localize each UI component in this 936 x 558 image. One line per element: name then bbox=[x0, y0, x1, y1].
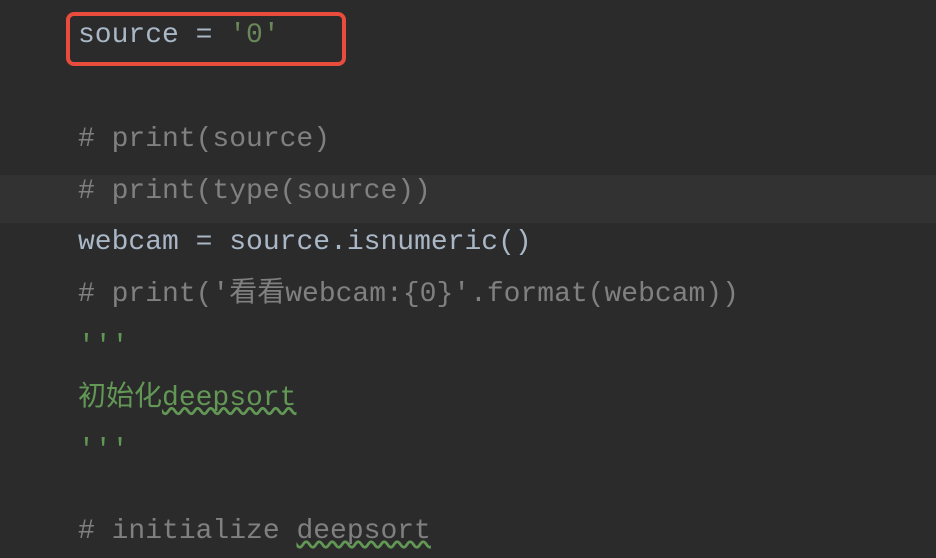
docstring-text-underlined: deepsort bbox=[162, 383, 296, 414]
operator-equals: = bbox=[196, 227, 230, 258]
string-literal: '0' bbox=[229, 20, 279, 51]
blank-line bbox=[78, 62, 936, 114]
code-line-1[interactable]: source = '0' bbox=[78, 10, 936, 62]
code-line-9[interactable]: # initialize deepsort bbox=[78, 506, 936, 558]
blank-line bbox=[78, 476, 936, 506]
docstring-marker: ''' bbox=[78, 435, 128, 466]
docstring-text: 初始化 bbox=[78, 383, 162, 414]
operator-equals: = bbox=[196, 20, 230, 51]
docstring-marker: ''' bbox=[78, 331, 128, 362]
comment-text: # print(source) bbox=[78, 124, 330, 155]
comment-text: # print(type(source)) bbox=[78, 176, 431, 207]
code-line-3[interactable]: # print(type(source)) bbox=[78, 166, 936, 218]
code-line-6[interactable]: ''' bbox=[78, 321, 936, 373]
comment-text: # initialize bbox=[78, 516, 296, 547]
comment-text-underlined: deepsort bbox=[296, 516, 430, 547]
comment-text: # print('看看webcam:{0}'.format(webcam)) bbox=[78, 279, 739, 310]
variable-source: source bbox=[229, 227, 330, 258]
code-line-2[interactable]: # print(source) bbox=[78, 114, 936, 166]
variable-webcam: webcam bbox=[78, 227, 196, 258]
variable-source: source bbox=[78, 20, 196, 51]
code-line-8[interactable]: ''' bbox=[78, 425, 936, 477]
code-line-5[interactable]: # print('看看webcam:{0}'.format(webcam)) bbox=[78, 269, 936, 321]
code-line-4[interactable]: webcam = source.isnumeric() bbox=[78, 217, 936, 269]
dot-operator: . bbox=[330, 227, 347, 258]
code-line-7[interactable]: 初始化deepsort bbox=[78, 373, 936, 425]
method-call: isnumeric() bbox=[347, 227, 532, 258]
